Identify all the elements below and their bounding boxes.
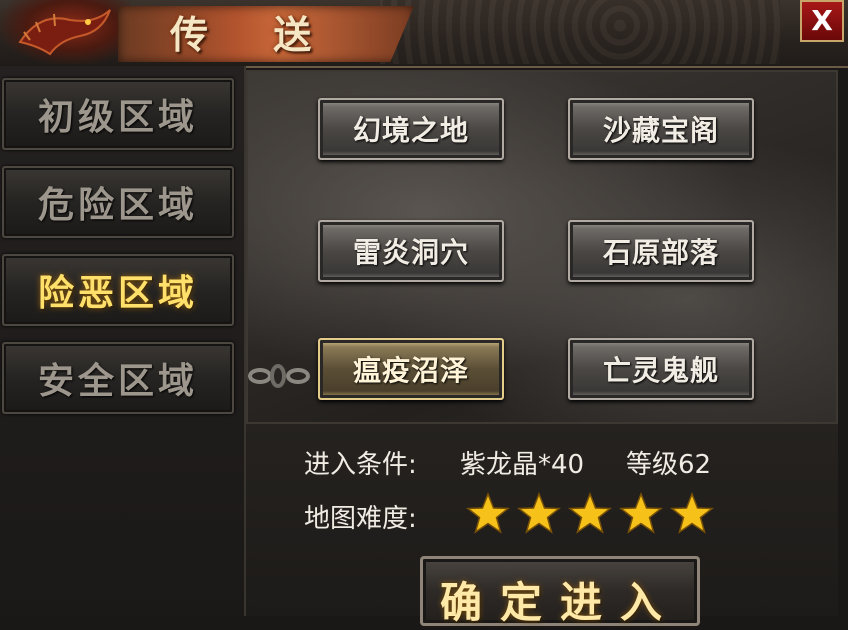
region-tab-label: 险恶区域 bbox=[37, 272, 198, 314]
entry-condition-label: 进入条件: bbox=[304, 450, 417, 480]
entry-condition-level: 等级62 bbox=[626, 450, 712, 480]
close-button[interactable]: X bbox=[800, 0, 844, 42]
star-icon bbox=[670, 492, 714, 534]
map-button-thunder-cave[interactable]: 雷炎洞穴 bbox=[318, 220, 504, 282]
star-icon bbox=[568, 492, 612, 534]
difficulty-label: 地图难度: bbox=[304, 504, 417, 534]
map-button-label: 雷炎洞穴 bbox=[352, 236, 469, 269]
star-icon bbox=[619, 492, 663, 534]
map-button-illusion-land[interactable]: 幻境之地 bbox=[318, 98, 504, 160]
map-button-label: 石原部落 bbox=[602, 236, 719, 269]
region-tab-dangerous[interactable]: 危险区域 bbox=[2, 166, 234, 238]
entry-condition-item: 紫龙晶*40 bbox=[460, 450, 585, 480]
map-button-undead-ghost-ship[interactable]: 亡灵鬼舰 bbox=[568, 338, 754, 400]
region-tab-perilous[interactable]: 险恶区域 bbox=[2, 254, 234, 326]
region-tab-label: 初级区域 bbox=[37, 96, 198, 138]
map-button-label: 沙藏宝阁 bbox=[602, 114, 719, 147]
region-tab-beginner[interactable]: 初级区域 bbox=[2, 78, 234, 150]
chain-decoration-icon bbox=[248, 364, 310, 388]
region-sidebar: 初级区域 危险区域 险恶区域 安全区域 bbox=[0, 66, 246, 616]
map-button-label: 瘟疫沼泽 bbox=[352, 354, 469, 387]
window-title: 传 送 bbox=[170, 12, 338, 57]
dragon-emblem-icon bbox=[0, 0, 130, 64]
star-icon bbox=[517, 492, 561, 534]
title-bar: 传 送 bbox=[0, 0, 848, 68]
map-button-stone-tribe[interactable]: 石原部落 bbox=[568, 220, 754, 282]
region-tab-label: 危险区域 bbox=[37, 184, 198, 226]
close-icon: X bbox=[811, 4, 833, 37]
map-button-sand-treasure-pavilion[interactable]: 沙藏宝阁 bbox=[568, 98, 754, 160]
region-tab-safe[interactable]: 安全区域 bbox=[2, 342, 234, 414]
map-button-label: 亡灵鬼舰 bbox=[602, 354, 719, 387]
map-button-label: 幻境之地 bbox=[352, 114, 469, 147]
title-ornament bbox=[380, 0, 780, 64]
region-tab-label: 安全区域 bbox=[37, 360, 198, 402]
confirm-enter-label: 确定进入 bbox=[439, 578, 680, 627]
star-icon bbox=[466, 492, 510, 534]
map-button-plague-swamp[interactable]: 瘟疫沼泽 bbox=[318, 338, 504, 400]
